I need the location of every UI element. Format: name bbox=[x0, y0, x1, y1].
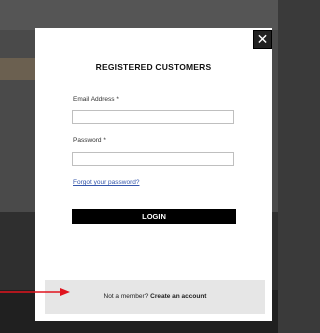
arrow-right-icon bbox=[0, 288, 70, 296]
login-button[interactable]: LOGIN bbox=[72, 209, 236, 224]
not-a-member-text: Not a member? bbox=[103, 293, 149, 300]
background-header bbox=[0, 0, 278, 30]
forgot-password-link[interactable]: Forgot your password? bbox=[73, 179, 139, 186]
create-account-link[interactable]: Create an account bbox=[150, 293, 206, 300]
close-icon[interactable]: ✕ bbox=[253, 30, 272, 49]
email-field[interactable] bbox=[72, 110, 234, 124]
password-label: Password * bbox=[73, 137, 106, 144]
modal-title: REGISTERED CUSTOMERS bbox=[95, 62, 212, 72]
background-menu-item bbox=[0, 58, 40, 80]
password-field[interactable] bbox=[72, 152, 234, 166]
email-label: Email Address * bbox=[73, 96, 119, 103]
create-account-footer: Not a member? Create an account bbox=[45, 280, 265, 314]
